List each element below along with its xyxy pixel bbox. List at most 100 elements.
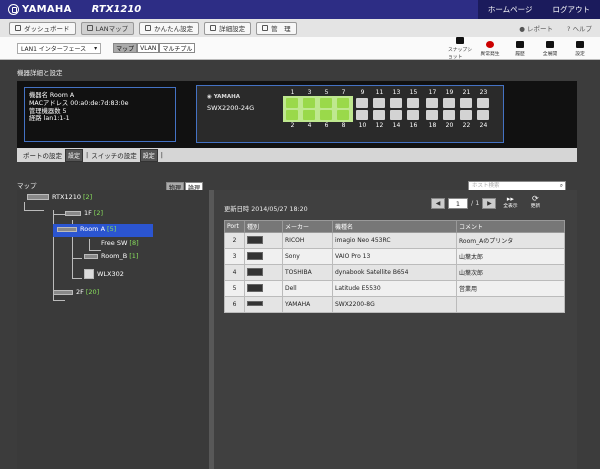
tree-node-rtx1210[interactable]: RTX1210 [2] — [27, 193, 92, 201]
port-1[interactable] — [286, 98, 298, 108]
port-number-label: 11 — [375, 89, 384, 96]
search-icon: ⌕ — [559, 183, 563, 189]
tree-node-room-b[interactable]: Room_B [1] — [84, 252, 138, 260]
table-row[interactable]: 3 Sony VAIO Pro 13 山葉太郎 — [224, 248, 565, 265]
col-port[interactable]: Port — [224, 220, 245, 233]
page-input[interactable]: 1 — [448, 197, 468, 209]
tree-node-free-sw[interactable]: Free SW [8] — [101, 239, 139, 247]
port-11[interactable] — [373, 98, 385, 108]
switch-setting-button[interactable]: 設定 — [139, 148, 158, 162]
port-number-label: 4 — [307, 122, 312, 129]
port-15[interactable] — [407, 98, 419, 108]
switch-model: SWX2200-24G — [207, 104, 255, 112]
port-number-label: 9 — [360, 89, 365, 96]
col-model[interactable]: 機種名 — [332, 220, 457, 233]
table-row[interactable]: 2 RICOH imagio Neo 453RC Room_Aのプリンタ — [224, 232, 565, 249]
port-number-label: 17 — [428, 89, 437, 96]
menu-dashboard[interactable]: ダッシュボード — [9, 21, 76, 35]
port-23[interactable] — [477, 98, 489, 108]
table-row[interactable]: 5 Dell Latitude E5530 営業用 — [224, 280, 565, 297]
port-21[interactable] — [460, 98, 472, 108]
col-type[interactable]: 種別 — [244, 220, 283, 233]
gear-icon — [576, 40, 584, 48]
port-24[interactable] — [477, 110, 489, 120]
port-9[interactable] — [356, 98, 368, 108]
tree-node-wlx302[interactable]: WLX302 — [84, 269, 124, 279]
port-4[interactable] — [303, 110, 315, 120]
port-10[interactable] — [356, 110, 368, 120]
switch-icon — [247, 301, 263, 306]
tree-node-1f[interactable]: 1F [2] — [65, 209, 103, 217]
col-maker[interactable]: メーカー — [282, 220, 333, 233]
snapshot-button[interactable]: スナップショット — [448, 37, 472, 60]
lanmap-icon — [86, 25, 93, 31]
table-row[interactable]: 4 TOSHIBA dynabook Satellite B654 山葉次郎 — [224, 264, 565, 281]
switch-brand: ◉ YAMAHA — [207, 94, 241, 100]
menu-advanced-setup[interactable]: 詳細設定 — [204, 21, 252, 35]
toggle-multiple[interactable]: マルチプル — [159, 43, 196, 53]
port-number-label: 6 — [324, 122, 329, 129]
brand-logo: YAMAHA — [8, 4, 72, 15]
laptop-icon — [247, 251, 263, 260]
menu-lanmap[interactable]: LANマップ — [80, 21, 135, 35]
port-13[interactable] — [390, 98, 402, 108]
wrench-icon — [262, 25, 269, 31]
history-button[interactable]: 履歴 — [508, 37, 532, 60]
port-19[interactable] — [443, 98, 455, 108]
port-number-label: 13 — [392, 89, 401, 96]
interface-select[interactable]: LAN1 インターフェース ▾ — [17, 42, 102, 54]
logout-link[interactable]: ログアウト — [542, 0, 600, 19]
port-12[interactable] — [373, 110, 385, 120]
expand-all-button[interactable]: 全展開 — [538, 37, 562, 60]
tree-node-room-a[interactable]: Room A [5] — [57, 225, 116, 233]
camera-icon — [456, 37, 464, 44]
show-all-button[interactable]: ▸▸ 全表示 — [499, 196, 521, 210]
map-area: RTX1210 [2] 1F [2] Room A [5] Free SW [8] Ro… — [17, 190, 577, 469]
col-comment[interactable]: コメント — [456, 220, 565, 233]
report-link[interactable]: ● レポート — [519, 23, 553, 33]
port-6[interactable] — [320, 110, 332, 120]
toggle-vlan[interactable]: VLAN — [137, 43, 160, 53]
port-setting-button[interactable]: 設定 — [65, 148, 84, 162]
port-20[interactable] — [443, 110, 455, 120]
port-22[interactable] — [460, 110, 472, 120]
access-point-icon — [84, 269, 94, 279]
port-number-label: 14 — [392, 122, 401, 129]
brand-name: YAMAHA — [22, 4, 72, 15]
port-number-label: 2 — [290, 122, 295, 129]
menu-management[interactable]: 管 理 — [256, 21, 297, 35]
settings-button[interactable]: 設定 — [568, 37, 592, 60]
port-7[interactable] — [337, 98, 349, 108]
port-8[interactable] — [337, 110, 349, 120]
port-16[interactable] — [407, 110, 419, 120]
alert-button[interactable]: 異常発生 — [478, 37, 502, 60]
next-page-button[interactable]: ▶ — [482, 197, 497, 209]
port-14[interactable] — [390, 110, 402, 120]
port-5[interactable] — [320, 98, 332, 108]
table-row[interactable]: 6 YAMAHA SWX2200-8G — [224, 296, 565, 313]
device-tree: RTX1210 [2] 1F [2] Room A [5] Free SW [8] Ro… — [17, 190, 209, 469]
homepage-link[interactable]: ホームページ — [477, 0, 543, 19]
updated-time: 更新日時 2014/05/27 18:20 — [224, 206, 308, 213]
port-3[interactable] — [303, 98, 315, 108]
port-number-label: 24 — [479, 122, 488, 129]
menu-easy-setup[interactable]: かんたん設定 — [139, 21, 200, 35]
refresh-button[interactable]: ⟳ 更新 — [524, 194, 546, 210]
toggle-map[interactable]: マップ — [113, 43, 138, 53]
list-icon — [546, 40, 554, 48]
port-17[interactable] — [426, 98, 438, 108]
help-link[interactable]: ? ヘルプ — [567, 23, 592, 33]
printer-icon — [247, 235, 263, 244]
port-18[interactable] — [426, 110, 438, 120]
port-number-label: 3 — [307, 89, 312, 96]
tree-node-2f[interactable]: 2F [20] — [53, 288, 99, 296]
router-icon — [27, 194, 49, 200]
port-2[interactable] — [286, 110, 298, 120]
port-number-label: 5 — [324, 89, 329, 96]
pagination: ◀ 1 / 1 ▶ ▸▸ 全表示 ⟳ 更新 — [431, 194, 546, 210]
port-number-label: 20 — [445, 122, 454, 129]
port-number-label: 15 — [409, 89, 418, 96]
top-bar: YAMAHA RTX1210 ホームページ ログアウト — [0, 0, 600, 19]
refresh-icon: ⟳ — [532, 194, 539, 203]
prev-page-button[interactable]: ◀ — [431, 197, 445, 209]
